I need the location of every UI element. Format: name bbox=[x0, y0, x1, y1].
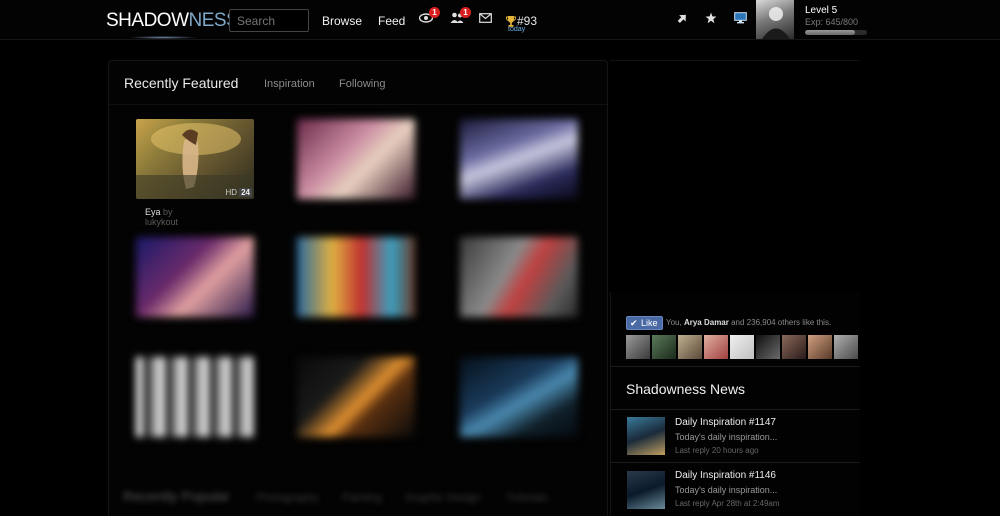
artwork-thumbnail[interactable] bbox=[297, 119, 415, 199]
tab-recently-popular[interactable]: Recently Popular bbox=[123, 488, 230, 504]
divider bbox=[610, 409, 860, 410]
like-suffix: and 236,904 others like this. bbox=[728, 318, 832, 327]
artwork-thumbnail[interactable] bbox=[297, 357, 415, 437]
hd-label: HD bbox=[225, 188, 238, 197]
like-summary: You, Arya Damar and 236,904 others like … bbox=[666, 318, 831, 327]
friends-badge: 1 bbox=[460, 7, 471, 18]
divider bbox=[610, 366, 860, 367]
exp-progress-fill bbox=[805, 30, 855, 35]
news-item-meta: Last reply 20 hours ago bbox=[675, 446, 759, 455]
favorites-icon[interactable] bbox=[703, 12, 719, 26]
tab-recently-featured[interactable]: Recently Featured bbox=[124, 75, 238, 91]
tab-following[interactable]: Following bbox=[339, 78, 385, 90]
fan-avatar[interactable] bbox=[678, 335, 702, 359]
featured-tabs: Recently Featured Inspiration Following bbox=[109, 61, 607, 105]
friends-icon[interactable]: 1 bbox=[449, 7, 471, 26]
tab-graphic-design[interactable]: Graphic Design bbox=[405, 492, 481, 504]
upload-icon[interactable] bbox=[674, 12, 690, 26]
tab-photography[interactable]: Photography bbox=[256, 492, 318, 504]
like-prefix: You, bbox=[666, 318, 684, 327]
exp-progress-bar bbox=[805, 30, 867, 35]
artwork-caption[interactable]: Eya by lukykout bbox=[145, 207, 178, 227]
hd-count: 24 bbox=[239, 188, 252, 197]
artwork-title: Eya bbox=[145, 207, 161, 217]
fan-avatar[interactable] bbox=[704, 335, 728, 359]
views-icon[interactable]: 1 bbox=[418, 7, 440, 26]
nav-feed[interactable]: Feed bbox=[378, 14, 405, 28]
like-button[interactable]: ✔ Like bbox=[626, 316, 663, 330]
trophy-today-label: today bbox=[508, 26, 526, 33]
fan-avatar[interactable] bbox=[808, 335, 832, 359]
artwork-thumbnail[interactable] bbox=[460, 119, 578, 199]
check-icon: ✔ bbox=[630, 318, 638, 328]
fan-avatars bbox=[626, 335, 858, 359]
news-item-desc: Today's daily inspiration... bbox=[675, 485, 778, 495]
news-item-desc: Today's daily inspiration... bbox=[675, 432, 778, 442]
news-thumbnail[interactable] bbox=[627, 471, 665, 509]
user-avatar[interactable] bbox=[756, 0, 794, 39]
views-badge: 1 bbox=[429, 7, 440, 18]
like-friend-name[interactable]: Arya Damar bbox=[684, 318, 729, 327]
user-exp: Exp: 645/800 bbox=[805, 17, 859, 27]
site-logo[interactable]: SHADOWNESS bbox=[106, 10, 239, 32]
like-label: Like bbox=[641, 318, 658, 328]
artwork-thumbnail[interactable] bbox=[297, 237, 415, 317]
fan-avatar[interactable] bbox=[730, 335, 754, 359]
messages-icon[interactable] bbox=[477, 12, 493, 26]
artwork-thumbnail[interactable] bbox=[460, 357, 578, 437]
news-item-meta: Last reply Apr 28th at 2:49am bbox=[675, 499, 780, 508]
news-section-title: Shadowness News bbox=[626, 381, 746, 397]
news-thumbnail[interactable] bbox=[627, 417, 665, 455]
fan-avatar[interactable] bbox=[756, 335, 780, 359]
news-item-title[interactable]: Daily Inspiration #1146 bbox=[675, 470, 776, 481]
tab-painting[interactable]: Painting bbox=[342, 492, 382, 504]
fan-avatar[interactable] bbox=[834, 335, 858, 359]
logo-glow bbox=[128, 36, 198, 39]
fan-avatar[interactable] bbox=[782, 335, 806, 359]
fan-avatar[interactable] bbox=[652, 335, 676, 359]
hd-badge: HD 24 bbox=[226, 188, 252, 197]
nav-browse[interactable]: Browse bbox=[322, 14, 362, 28]
news-item-title[interactable]: Daily Inspiration #1147 bbox=[675, 417, 776, 428]
top-bar: SHADOWNESS Browse Feed 1 1 #93 today Lev… bbox=[0, 0, 1000, 40]
monitor-icon[interactable] bbox=[732, 12, 748, 26]
artwork-thumbnail[interactable]: HD 24 bbox=[136, 119, 254, 199]
fan-avatar[interactable] bbox=[626, 335, 650, 359]
ad-area bbox=[610, 60, 860, 290]
daily-rank[interactable]: #93 today bbox=[505, 12, 546, 36]
artwork-thumbnail[interactable] bbox=[136, 357, 254, 437]
search-input[interactable] bbox=[229, 9, 309, 32]
tab-tutorials[interactable]: Tutorials bbox=[506, 492, 548, 504]
logo-text-main: SHADOW bbox=[106, 10, 189, 31]
artwork-thumbnail[interactable] bbox=[136, 237, 254, 317]
tab-inspiration[interactable]: Inspiration bbox=[264, 78, 315, 90]
artwork-thumbnail[interactable] bbox=[460, 237, 578, 317]
divider bbox=[610, 462, 860, 463]
user-level: Level 5 bbox=[805, 5, 838, 16]
